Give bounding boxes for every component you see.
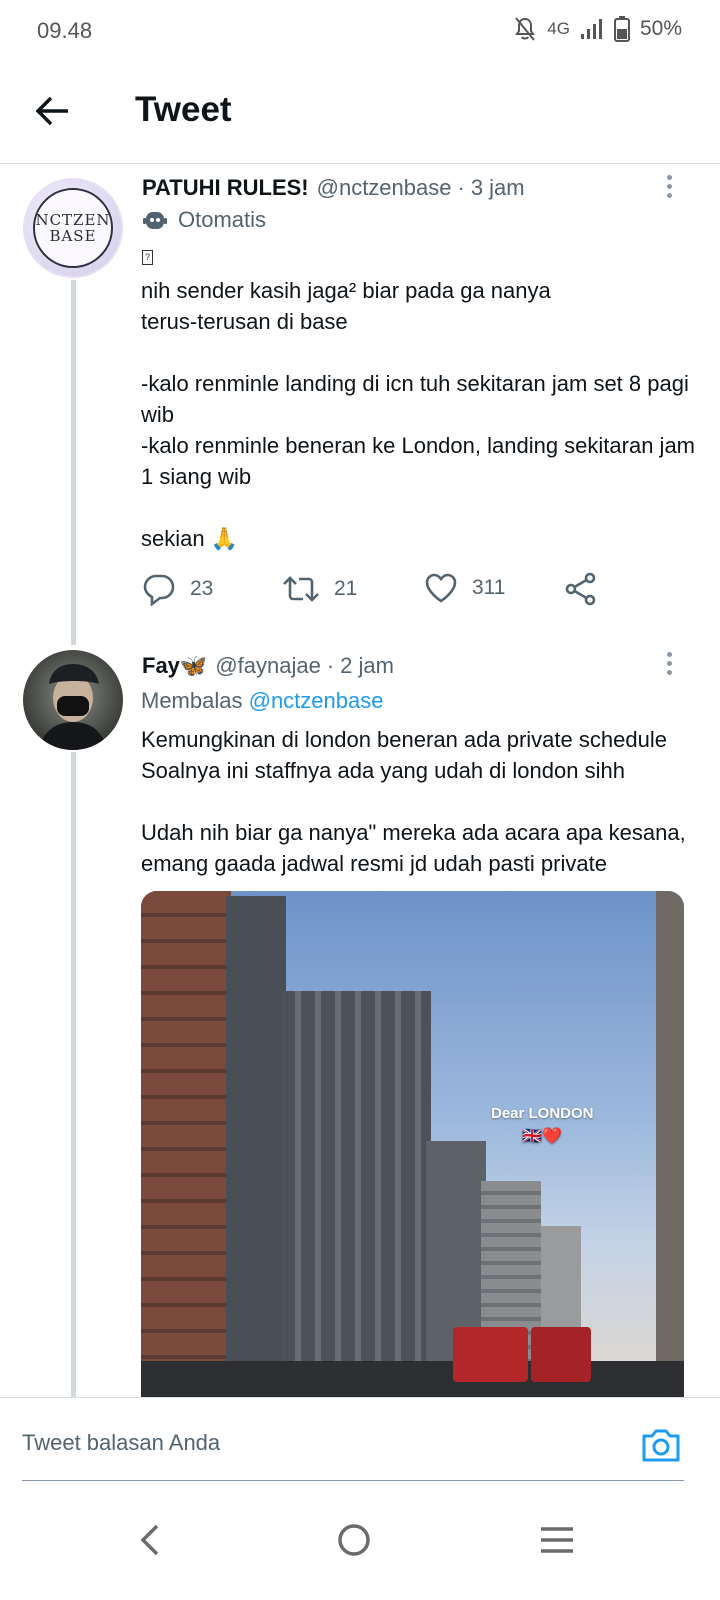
- avatar[interactable]: [23, 650, 123, 750]
- mention-link[interactable]: @nctzenbase: [249, 688, 384, 713]
- thread-line: [71, 280, 76, 645]
- author-name[interactable]: Fay🦋: [142, 653, 207, 679]
- photo-building: [141, 891, 231, 1397]
- robot-icon: [143, 212, 167, 229]
- photo-caption-text: Dear LONDON: [491, 1105, 594, 1122]
- nav-menu-icon: [541, 1527, 573, 1553]
- photo-bus: [531, 1327, 591, 1382]
- photo-bus: [453, 1327, 528, 1382]
- separator-dot: ·: [326, 653, 335, 678]
- bell-off-icon: [515, 17, 536, 41]
- battery-label: 50%: [639, 17, 682, 40]
- status-time: 09.48: [37, 18, 93, 43]
- photo-street: [141, 1361, 684, 1397]
- reply-icon: [143, 574, 175, 606]
- more-icon-dot: [666, 661, 672, 666]
- like-count: 311: [472, 576, 506, 599]
- tweet-body: Kemungkinan di london beneran ada privat…: [141, 727, 686, 876]
- more-button[interactable]: [658, 650, 680, 680]
- avatar-text-line: BASE: [49, 227, 97, 245]
- automated-label: Otomatis: [142, 207, 266, 233]
- composer-divider: [22, 1480, 684, 1481]
- photo-building: [226, 896, 286, 1397]
- reply-input[interactable]: Tweet balasan Anda: [22, 1430, 220, 1456]
- share-button[interactable]: [564, 572, 598, 606]
- avatar[interactable]: NCTZEN BASE: [23, 178, 123, 278]
- back-arrow-icon: [35, 96, 68, 126]
- avatar-photo: [39, 664, 107, 750]
- reply-count: 23: [190, 577, 214, 600]
- more-button[interactable]: [658, 173, 680, 203]
- like-button[interactable]: 311: [424, 572, 505, 604]
- avatar-logo: NCTZEN BASE: [33, 188, 113, 268]
- tweet-actions: 23 21 311: [142, 572, 622, 612]
- share-icon: [565, 572, 596, 606]
- author-name[interactable]: PATUHI RULES!: [142, 175, 309, 201]
- photo-caption-emoji: 🇬🇧❤️: [522, 1128, 563, 1145]
- separator-dot: ·: [457, 175, 465, 200]
- automated-text: Otomatis: [178, 207, 267, 232]
- reply-composer: Tweet balasan Anda: [0, 1397, 720, 1490]
- app-header: Tweet: [0, 62, 720, 164]
- system-nav-bar: [0, 1492, 720, 1600]
- more-icon-dot: [666, 193, 672, 198]
- nav-back-icon: [140, 1524, 159, 1556]
- nav-home-icon: [338, 1524, 370, 1556]
- tweet-body: nih sender kasih jaga² biar pada ga nany…: [141, 278, 696, 551]
- photo-building: [281, 991, 431, 1397]
- photo-building: [656, 891, 684, 1397]
- retweet-button[interactable]: 21: [282, 572, 357, 606]
- more-icon-dot: [666, 184, 672, 189]
- network-label: 4G: [547, 19, 570, 38]
- avatar-text-line: NCTZEN: [35, 211, 111, 229]
- replying-to: Membalas @nctzenbase: [141, 688, 383, 714]
- tweet-header: Fay🦋 @faynajae · 2 jam: [142, 653, 394, 679]
- page-title: Tweet: [135, 90, 232, 129]
- photo-caption: Dear LONDON 🇬🇧❤️: [491, 1105, 594, 1146]
- nav-back-button[interactable]: [120, 1510, 180, 1570]
- status-bar: 09.48 4G 50%: [0, 0, 720, 62]
- more-icon: [666, 175, 672, 180]
- nav-home-button[interactable]: [324, 1510, 384, 1570]
- more-icon: [666, 652, 672, 657]
- tweet-time[interactable]: 3 jam: [471, 175, 525, 201]
- nav-recents-button[interactable]: [527, 1510, 587, 1570]
- more-icon-dot: [666, 670, 672, 675]
- retweet-count: 21: [334, 577, 358, 600]
- like-icon: [425, 573, 457, 603]
- camera-icon: [642, 1429, 680, 1462]
- retweet-icon: [283, 576, 319, 602]
- tweet-time[interactable]: 2 jam: [340, 653, 394, 679]
- author-handle[interactable]: @faynajae: [215, 653, 321, 679]
- replying-to-label: Membalas: [141, 688, 243, 713]
- tweet-photo[interactable]: Dear LONDON 🇬🇧❤️: [141, 891, 684, 1397]
- author-handle[interactable]: @nctzenbase: [317, 175, 452, 201]
- back-button[interactable]: [30, 88, 76, 134]
- thread-line: [71, 752, 76, 1397]
- camera-button[interactable]: [640, 1424, 682, 1466]
- reply-button[interactable]: 23: [142, 572, 213, 606]
- signal-icon: [580, 19, 602, 39]
- tweet-header: PATUHI RULES! @nctzenbase · 3 jam: [142, 175, 525, 201]
- status-icons: 4G 50%: [513, 16, 682, 42]
- battery-icon: [613, 16, 630, 42]
- missing-glyph: ?: [142, 250, 153, 265]
